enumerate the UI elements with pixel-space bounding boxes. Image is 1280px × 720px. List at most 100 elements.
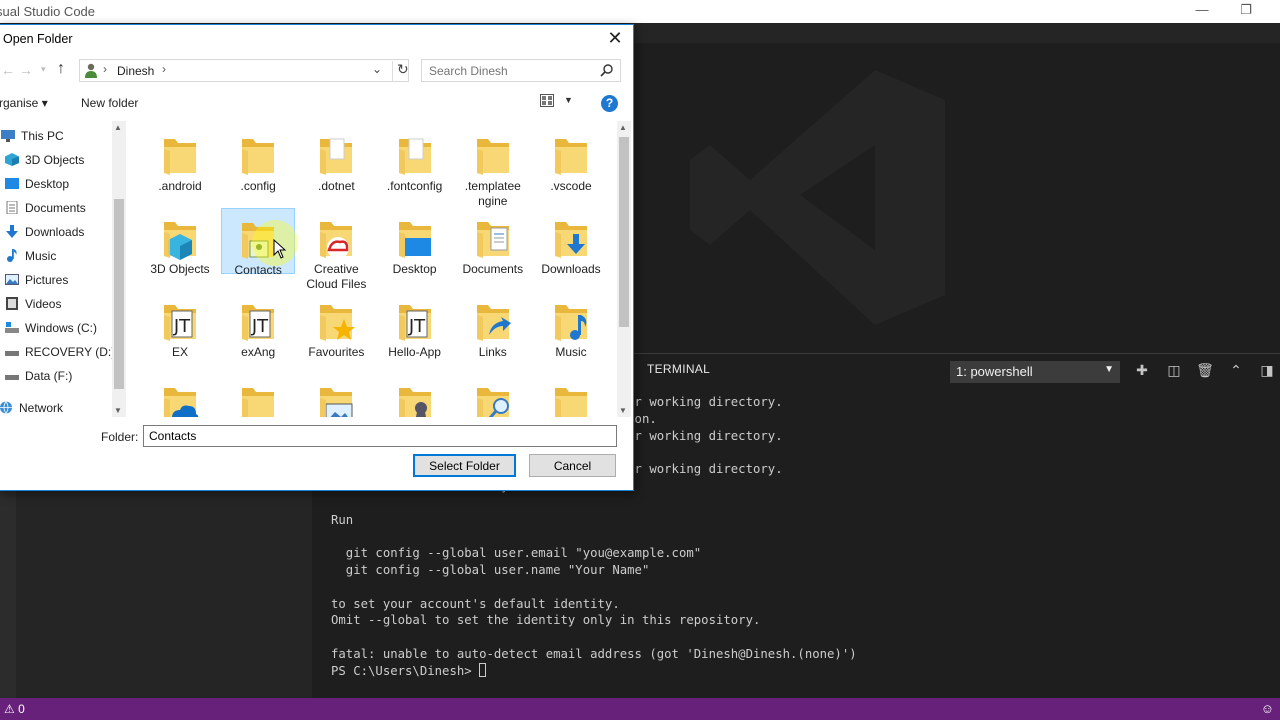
drive-d-icon (5, 351, 19, 356)
recent-locations-chevron-icon[interactable]: ▾ (41, 64, 46, 75)
split-terminal-icon[interactable]: ◫ (1165, 362, 1183, 379)
sidebar-item-documents[interactable]: Documents (5, 201, 86, 221)
sidebar-item-windows-c[interactable]: Windows (C:) (5, 321, 97, 341)
select-folder-button[interactable]: Select Folder (413, 454, 516, 477)
up-arrow-icon[interactable]: ↑ (57, 60, 65, 78)
folder-item[interactable]: .android (143, 125, 217, 193)
folder-name-input[interactable] (143, 425, 617, 447)
folder-item[interactable]: .config (221, 125, 295, 193)
folder-item[interactable]: .dotnet (299, 125, 373, 193)
folder-icon: JT (164, 305, 196, 341)
scroll-down-arrow-icon[interactable]: ▼ (114, 406, 122, 415)
terminal-prompt-line: PS C:\Users\Dinesh> (331, 662, 1271, 680)
folder-item[interactable]: Pictures (299, 374, 373, 417)
folder-item[interactable]: Music (534, 291, 608, 359)
sidebar-item-desktop[interactable]: Desktop (5, 177, 69, 197)
file-list-scrollbar[interactable]: ▲ ▼ (617, 121, 631, 417)
minimize-button[interactable]: — (1192, 2, 1212, 20)
scroll-down-arrow-icon[interactable]: ▼ (619, 406, 627, 415)
chevron-down-icon[interactable]: ▼ (564, 95, 573, 105)
folder-item[interactable]: Downloads (534, 208, 608, 276)
sidebar-item-network[interactable]: Network (0, 401, 63, 421)
folder-item[interactable]: JT Hello-App (378, 291, 452, 359)
trash-icon[interactable]: 🗑 (1196, 362, 1214, 379)
folder-icon (320, 222, 353, 259)
open-folder-dialog: Open Folder ✕ ← → ▾ ↑ › Dinesh › ⌄ ↻ rga… (0, 24, 634, 491)
cancel-button[interactable]: Cancel (529, 454, 616, 477)
view-options-icon[interactable] (540, 94, 554, 107)
breadcrumb-separator-icon[interactable]: › (162, 62, 166, 76)
sidebar-item-pictures[interactable]: Pictures (5, 273, 68, 293)
close-icon[interactable]: ✕ (605, 28, 625, 49)
folder-item[interactable]: OneDrive (143, 374, 217, 417)
navigation-pane: This PC 3D Objects Desktop Documents Dow… (0, 121, 127, 417)
folder-item-label: .config (240, 179, 276, 193)
folder-item-label: Contacts (234, 263, 282, 277)
folder-item[interactable]: 3D Objects (143, 208, 217, 276)
sidebar-item-downloads[interactable]: Downloads (5, 225, 84, 245)
folder-item-label: EX (171, 345, 188, 359)
folder-item[interactable]: Documents (456, 208, 530, 276)
organise-menu[interactable]: rganise ▾ (0, 96, 48, 110)
help-icon[interactable]: ? (601, 95, 618, 112)
sidebar-item-videos[interactable]: Videos (5, 297, 61, 317)
forward-arrow-icon[interactable]: → (19, 62, 33, 78)
sidebar-item-data-f[interactable]: Data (F:) (5, 369, 72, 389)
folder-icon (242, 139, 275, 175)
folder-item[interactable]: Saved (378, 374, 452, 417)
folder-item[interactable]: JT EX (143, 291, 217, 359)
folder-item-label: Desktop (392, 262, 437, 276)
sidebar-item-this-pc[interactable]: This PC (1, 129, 64, 149)
chevron-down-icon[interactable]: ⌄ (372, 62, 382, 76)
folder-item[interactable]: .fontconfig (378, 125, 452, 201)
scrollbar-thumb[interactable] (114, 199, 124, 389)
folder-item[interactable]: Searches (456, 374, 530, 417)
navigation-scrollbar[interactable]: ▲ ▼ (112, 121, 126, 417)
music-icon (7, 249, 17, 262)
folder-icon (476, 388, 509, 417)
breadcrumb-dinesh[interactable]: Dinesh (117, 64, 154, 78)
breadcrumb-separator-icon[interactable]: › (103, 62, 107, 76)
documents-icon (6, 201, 18, 214)
folder-item[interactable]: JT exAng (221, 291, 295, 359)
sidebar-item-music[interactable]: Music (5, 249, 56, 269)
close-panel-icon[interactable]: ◨ (1258, 362, 1276, 379)
terminal-select[interactable]: 1: powershell ▼ (950, 361, 1120, 383)
folder-item[interactable]: Favourites (299, 291, 373, 359)
new-folder-button[interactable]: New folder (81, 96, 138, 110)
new-terminal-icon[interactable]: ✚ (1133, 362, 1151, 379)
refresh-icon[interactable]: ↻ (392, 61, 409, 82)
chevron-up-icon[interactable]: ⌃ (1227, 362, 1245, 379)
sidebar-item-recovery-d[interactable]: RECOVERY (D:) (5, 345, 115, 365)
folder-icon (398, 138, 431, 175)
folder-item[interactable]: .templatee ngine (456, 125, 530, 208)
restore-button[interactable]: ❐ (1236, 2, 1256, 20)
folder-label: Folder: (101, 430, 139, 444)
tab-terminal[interactable]: TERMINAL (647, 362, 710, 376)
scrollbar-thumb[interactable] (619, 137, 629, 327)
folder-icon (398, 388, 431, 417)
folder-item[interactable]: Desktop (378, 208, 452, 276)
search-input[interactable] (429, 64, 589, 78)
back-arrow-icon[interactable]: ← (1, 62, 15, 78)
pc-icon (1, 130, 15, 142)
folder-item[interactable]: source (534, 374, 608, 417)
sidebar-item-3d-objects[interactable]: 3D Objects (5, 153, 84, 173)
scroll-up-arrow-icon[interactable]: ▲ (619, 123, 627, 132)
scroll-up-arrow-icon[interactable]: ▲ (114, 123, 122, 132)
folder-item[interactable]: Creative Cloud Files (299, 208, 373, 291)
folder-item[interactable]: Oracle (221, 374, 295, 417)
folder-icon (555, 305, 587, 341)
search-box[interactable] (421, 59, 621, 82)
folder-item[interactable]: Links (456, 291, 530, 359)
folder-item-label: .fontconfig (386, 179, 443, 193)
mouse-pointer-icon (273, 239, 287, 259)
folder-icon (164, 388, 199, 417)
folder-icon (555, 139, 587, 175)
feedback-smiley-icon[interactable]: ☺ (1261, 701, 1274, 716)
folder-item[interactable]: .vscode (534, 125, 608, 193)
address-bar[interactable]: › Dinesh › ⌄ ↻ (79, 59, 409, 82)
problems-indicator[interactable]: ⚠ 0 (4, 702, 25, 716)
